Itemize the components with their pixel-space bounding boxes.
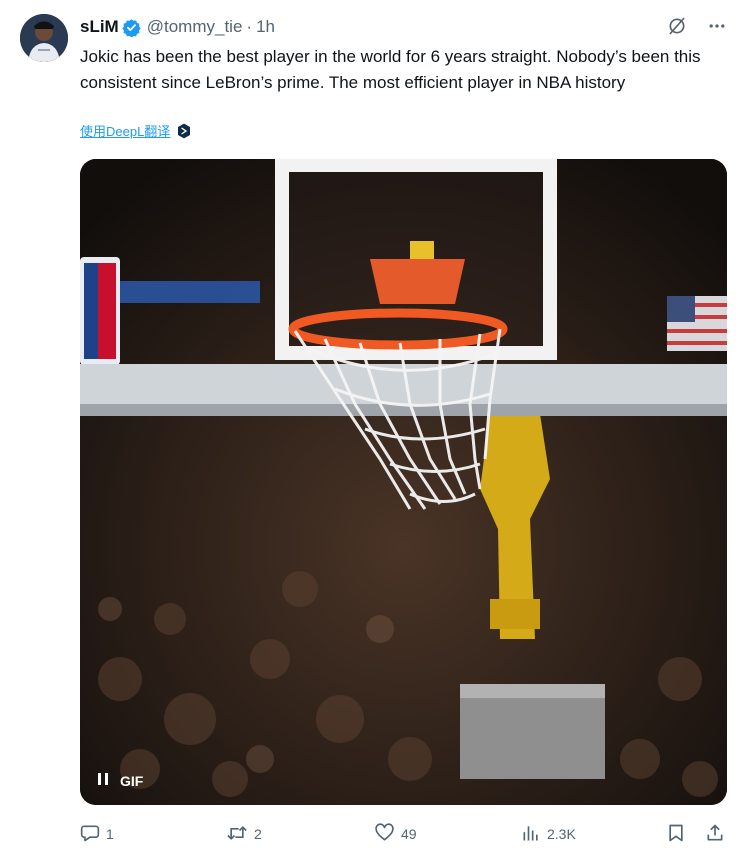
basketball-hoop-gif-frame xyxy=(80,159,727,805)
like-button[interactable]: 49 xyxy=(374,820,417,848)
retweet-count: 2 xyxy=(254,826,262,842)
separator-dot: · xyxy=(246,17,253,36)
views-icon xyxy=(521,823,541,846)
reply-icon xyxy=(80,823,100,846)
share-icon xyxy=(705,823,725,846)
grok-icon[interactable] xyxy=(667,16,687,41)
bookmark-icon xyxy=(666,823,686,846)
verified-badge-icon xyxy=(122,18,141,38)
reply-button[interactable]: 1 xyxy=(80,820,114,848)
tweet-text: Jokic has been the best player in the wo… xyxy=(80,47,701,92)
pause-icon[interactable] xyxy=(96,772,110,789)
bookmark-button[interactable] xyxy=(666,820,686,848)
reply-count: 1 xyxy=(106,826,114,842)
translate-link[interactable]: 使用DeepL翻译 xyxy=(80,121,192,140)
avatar-image xyxy=(20,14,68,62)
retweet-button[interactable]: 2 xyxy=(226,820,262,848)
translate-label[interactable]: 使用DeepL翻译 xyxy=(80,121,170,140)
deepl-icon xyxy=(176,123,192,139)
author-handle[interactable]: @tommy_tie xyxy=(147,17,243,37)
views-button[interactable]: 2.3K xyxy=(521,820,576,848)
author-name[interactable]: sLiM xyxy=(80,17,119,37)
gif-media[interactable]: GIF xyxy=(80,159,727,805)
tweet-action-bar: 1 2 49 2.3K xyxy=(80,820,730,848)
gif-label: GIF xyxy=(120,772,144,789)
avatar[interactable] xyxy=(20,14,68,62)
views-count: 2.3K xyxy=(547,826,576,842)
gif-badge: GIF xyxy=(96,772,143,789)
share-button[interactable] xyxy=(705,820,725,848)
tweet-header: sLiM @tommy_tie · 1h xyxy=(80,16,275,38)
tweet-top-actions xyxy=(667,16,727,41)
timestamp[interactable]: 1h xyxy=(256,17,275,37)
like-count: 49 xyxy=(401,826,417,842)
retweet-icon xyxy=(226,823,248,846)
more-icon[interactable] xyxy=(707,16,727,41)
heart-icon xyxy=(374,822,395,846)
